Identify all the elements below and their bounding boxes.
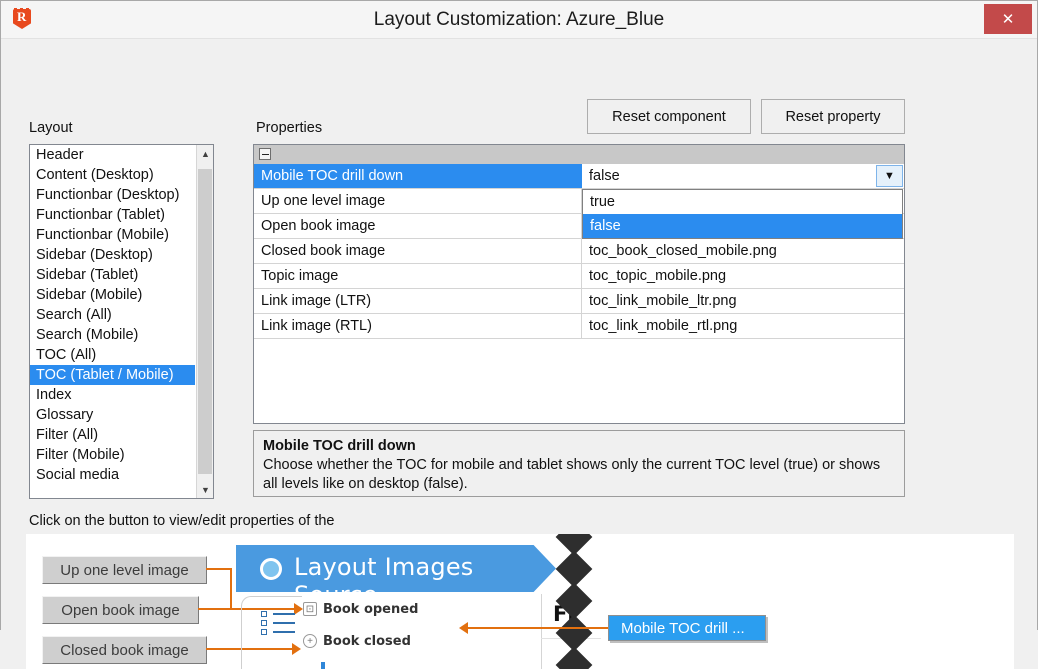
sidebar-item-search-mobile[interactable]: Search (Mobile) (30, 325, 195, 345)
description-title: Mobile TOC drill down (263, 438, 416, 454)
description-text: Choose whether the TOC for mobile and ta… (263, 457, 881, 492)
reset-component-button[interactable]: Reset component (587, 99, 751, 134)
layout-section-label: Layout (29, 120, 73, 136)
sidebar-item-filter-all[interactable]: Filter (All) (30, 425, 195, 445)
sidebar-item-sidebar-desktop[interactable]: Sidebar (Desktop) (30, 245, 195, 265)
value-dropdown-list[interactable]: true false (582, 189, 903, 239)
reset-property-button[interactable]: Reset property (761, 99, 905, 134)
property-row[interactable]: Mobile TOC drill down false ▼ (254, 164, 904, 189)
window-title: Layout Customization: Azure_Blue (373, 9, 665, 30)
property-value-cell[interactable]: false (582, 164, 904, 188)
sidebar-item-glossary[interactable]: Glossary (30, 405, 195, 425)
property-value-cell[interactable]: toc_link_mobile_ltr.png (582, 289, 904, 313)
sidebar-item-functionbar-mobile[interactable]: Functionbar (Mobile) (30, 225, 195, 245)
property-row[interactable]: Closed book image toc_book_closed_mobile.… (254, 239, 904, 264)
tree-item-book-opened[interactable]: Book opened (323, 602, 418, 617)
property-name-cell[interactable]: Link image (LTR) (254, 289, 582, 313)
property-row[interactable]: Link image (RTL) toc_link_mobile_rtl.png (254, 314, 904, 339)
divider (541, 594, 542, 669)
collapse-minus-icon[interactable] (259, 148, 271, 160)
connector-line (230, 568, 232, 609)
connector-line (468, 627, 618, 629)
circle-icon (260, 558, 282, 580)
property-name-cell[interactable]: Topic image (254, 264, 582, 288)
arrowhead-icon (459, 622, 468, 634)
property-name-cell[interactable]: Open book image (254, 214, 582, 238)
sidebar-item-header[interactable]: Header (30, 145, 195, 165)
properties-grid[interactable]: Mobile TOC drill down false ▼ Up one level … (253, 144, 905, 424)
sidebar-item-toc-all[interactable]: TOC (All) (30, 345, 195, 365)
property-row[interactable]: Topic image toc_topic_mobile.png (254, 264, 904, 289)
dropdown-option[interactable]: true (583, 190, 902, 214)
book-opened-icon: ⊡ (303, 602, 317, 616)
layout-scrollbar[interactable]: ▲ ▼ (196, 145, 213, 498)
property-name-cell[interactable]: Up one level image (254, 189, 582, 213)
preview-panel: Up one level image Open book image Close… (26, 534, 1014, 669)
tree-item-book-closed[interactable]: Book closed (323, 634, 411, 649)
property-value-cell[interactable]: toc_book_closed_mobile.png (582, 239, 904, 263)
sidebar-item-functionbar-desktop[interactable]: Functionbar (Desktop) (30, 185, 195, 205)
layout-list-items: Header Content (Desktop) Functionbar (Desk… (30, 145, 195, 485)
sidebar-item-index[interactable]: Index (30, 385, 195, 405)
sidebar-item-sidebar-tablet[interactable]: Sidebar (Tablet) (30, 265, 195, 285)
property-row[interactable]: Link image (LTR) toc_link_mobile_ltr.png (254, 289, 904, 314)
property-value-cell[interactable]: toc_link_mobile_rtl.png (582, 314, 904, 338)
layout-images-source-banner: Layout Images Source (236, 545, 556, 592)
sidebar-item-social-media[interactable]: Social media (30, 465, 195, 485)
sidebar-item-sidebar-mobile[interactable]: Sidebar (Mobile) (30, 285, 195, 305)
preview-button-closed-book-image[interactable]: Closed book image (42, 636, 207, 664)
close-icon[interactable]: ✕ (984, 4, 1032, 34)
book-closed-plus-icon: + (303, 634, 317, 648)
preview-hint-text: Click on the button to view/edit propert… (29, 513, 335, 529)
properties-section-label: Properties (256, 120, 323, 136)
blue-accent-bar (321, 662, 325, 669)
layout-listbox[interactable]: Header Content (Desktop) Functionbar (Desk… (29, 144, 214, 499)
sidebar-item-search-all[interactable]: Search (All) (30, 305, 195, 325)
chevron-down-icon[interactable]: ▼ (876, 165, 903, 187)
scrollbar-thumb[interactable] (198, 169, 212, 474)
sidebar-item-functionbar-tablet[interactable]: Functionbar (Tablet) (30, 205, 195, 225)
dialog-body: Layout Properties Reset component Reset … (1, 39, 1037, 669)
property-name-cell[interactable]: Link image (RTL) (254, 314, 582, 338)
property-name-cell[interactable]: Mobile TOC drill down (254, 164, 582, 188)
toc-list-icon (261, 609, 297, 635)
preview-button-up-one-level-image[interactable]: Up one level image (42, 556, 207, 584)
connector-line (206, 568, 232, 570)
dropdown-option[interactable]: false (583, 214, 902, 238)
sidebar-item-filter-mobile[interactable]: Filter (Mobile) (30, 445, 195, 465)
property-description-panel: Mobile TOC drill down Choose whether the… (253, 430, 905, 497)
banner-title: Layout Images Source (294, 553, 474, 609)
torn-edge-decoration (551, 534, 597, 669)
preview-button-open-book-image[interactable]: Open book image (42, 596, 199, 624)
property-value-cell[interactable]: toc_topic_mobile.png (582, 264, 904, 288)
highlighted-property-button[interactable]: Mobile TOC drill ... (608, 615, 766, 641)
chevron-up-icon[interactable]: ▲ (197, 145, 213, 162)
chevron-down-icon[interactable]: ▼ (197, 481, 213, 498)
title-bar: R Layout Customization: Azure_Blue ✕ (1, 1, 1037, 39)
sidebar-item-content-desktop[interactable]: Content (Desktop) (30, 165, 195, 185)
property-name-cell[interactable]: Closed book image (254, 239, 582, 263)
layout-customization-window: R Layout Customization: Azure_Blue ✕ Lay… (0, 0, 1038, 669)
properties-group-header (254, 145, 904, 164)
sidebar-item-toc-tablet-mobile[interactable]: TOC (Tablet / Mobile) (30, 365, 195, 385)
properties-rows: Mobile TOC drill down false ▼ Up one level … (254, 164, 904, 339)
